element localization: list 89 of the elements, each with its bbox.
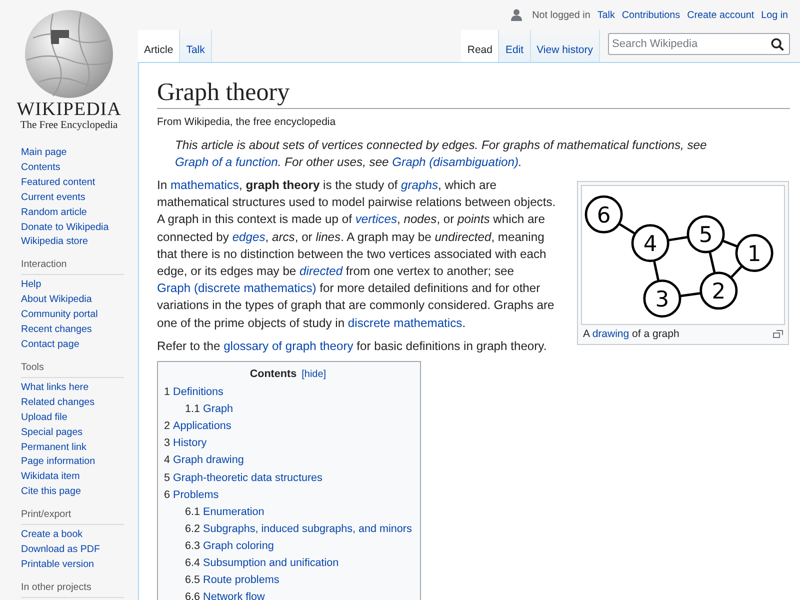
enlarge-icon[interactable] — [773, 330, 783, 338]
graph-edge — [668, 236, 688, 242]
sidebar-link[interactable]: Upload file — [21, 410, 138, 426]
view-tab[interactable]: Edit — [499, 30, 531, 62]
sidebar-link[interactable]: Cite this page — [21, 485, 138, 500]
sidebar-link[interactable]: Wikidata item — [21, 470, 138, 486]
link[interactable]: Graph (discrete mathematics) — [157, 281, 316, 296]
glossary-paragraph: Refer to the glossary of graph theory for basic definitions in graph theory. — [157, 338, 547, 355]
graph-edge — [730, 266, 742, 278]
link[interactable]: mathematics — [170, 178, 240, 192]
link[interactable]: glossary of graph theory — [224, 338, 354, 353]
graph-node: 3 — [643, 280, 682, 318]
hatnote: This article is about sets of vertices connected by edges. For graphs of mathematical functions, see Graph of a function. For other uses, see Graph (disambiguation). — [175, 137, 708, 171]
contents-item[interactable]: 3 History — [164, 435, 412, 452]
sidebar-link[interactable]: Current events — [21, 190, 138, 206]
contents-item[interactable]: 6.4 Subsumption and unification — [164, 554, 412, 572]
sidebar-link[interactable]: Featured content — [21, 176, 138, 191]
personal-link[interactable]: Create account — [687, 10, 754, 20]
personal-link[interactable]: Log in — [761, 10, 788, 20]
sidebar-link[interactable]: Help — [21, 278, 138, 294]
contents-title: Contents — [250, 368, 297, 380]
search-field[interactable]: Search Wikipedia — [608, 33, 790, 55]
graph-node: 4 — [631, 224, 670, 262]
sidebar-link[interactable]: Contact page — [21, 338, 138, 353]
link[interactable]: vertices — [355, 212, 397, 226]
personal-link[interactable]: Talk — [597, 10, 615, 20]
graph-edge — [680, 292, 700, 298]
page-title: Graph theory — [157, 77, 790, 109]
contents-item[interactable]: 6.3 Graph coloring — [164, 538, 412, 555]
sidebar-link[interactable]: Donate to Wikipedia — [21, 220, 138, 236]
view-tab[interactable]: View history — [530, 30, 600, 62]
wordmark: WIKIPEDIA — [16, 100, 122, 120]
search-icon[interactable] — [771, 38, 784, 51]
contents-item[interactable]: 1 Definitions — [164, 384, 412, 402]
contents-item[interactable]: 6.1 Enumeration — [164, 504, 412, 521]
contents-item[interactable]: 1.1 Graph — [164, 401, 412, 418]
login-status: Not logged in — [532, 10, 590, 20]
link[interactable]: directed — [300, 264, 343, 278]
link[interactable]: drawing — [592, 328, 630, 340]
graph-node: 5 — [686, 215, 725, 254]
sidebar-link[interactable]: Contents — [21, 160, 138, 176]
intro-paragraph: In mathematics, graph theory is the study of graphs, which are mathematical structures used to model pairwise relations between objects. A graph in this context is made up of vertices, nodes, or points which are connected by edges, arcs, or lines. A graph may be undirected, meaning that there is no distinction between the two vertices associated with each edge, or its edges may be directed from one vertex to another; see Graph (discrete mathematics) for more detailed definitions and for other variations in the types of graph that are commonly considered. Graphs are one of the prime objects of study in discrete mathematics. — [157, 177, 557, 332]
sidebar-link[interactable]: Permanent link — [21, 440, 138, 456]
logo-tagline: The Free Encyclopedia — [20, 120, 118, 132]
sidebar-heading: In other projects — [21, 580, 124, 598]
graph-node: 6 — [584, 195, 623, 234]
page-tab[interactable]: Article — [138, 30, 180, 62]
link[interactable]: graphs — [401, 178, 438, 192]
graph-edge — [653, 261, 660, 280]
contents-item[interactable]: 5 Graph-theoretic data structures — [164, 470, 412, 487]
graph-edge — [722, 240, 738, 248]
globe-logo-icon[interactable] — [23, 8, 115, 100]
sidebar-heading: Tools — [21, 360, 124, 378]
sidebar-link[interactable]: Download as PDF — [21, 543, 138, 558]
personal-link[interactable]: Contributions — [622, 10, 680, 20]
sidebar-link[interactable]: Recent changes — [21, 323, 138, 338]
sidebar-link[interactable]: Related changes — [21, 396, 138, 411]
sidebar-link[interactable]: Community portal — [21, 308, 138, 324]
graph-edge — [619, 223, 635, 234]
view-tab[interactable]: Read — [461, 30, 500, 62]
contents-item[interactable]: 6.5 Route problems — [164, 572, 412, 590]
hide-toggle[interactable]: [hide] — [302, 369, 326, 380]
sidebar-link[interactable]: What links here — [21, 380, 138, 396]
contents-item[interactable]: 2 Applications — [164, 418, 412, 436]
figure-caption: A drawing of a graph — [583, 328, 680, 340]
sidebar-heading: Interaction — [21, 258, 124, 276]
link[interactable]: Graph (disambiguation) — [392, 155, 519, 169]
link[interactable]: Graph of a function — [175, 155, 278, 169]
sidebar-link[interactable]: Main page — [21, 146, 138, 161]
sidebar-link[interactable]: Create a book — [21, 528, 138, 544]
link[interactable]: discrete mathematics — [348, 316, 462, 330]
contents-item[interactable]: 6.2 Subgraphs, induced subgraphs, and minors — [164, 520, 412, 538]
sidebar-link[interactable]: Random article — [21, 206, 138, 221]
graph-node: 1 — [735, 234, 774, 272]
link[interactable]: edges — [232, 230, 266, 244]
sidebar-heading: Print/export — [21, 508, 124, 526]
graph-node: 2 — [700, 272, 738, 310]
user-icon — [511, 9, 522, 21]
sidebar-link[interactable]: Special pages — [21, 426, 138, 440]
contents-item[interactable]: 6 Problems — [164, 486, 412, 504]
site-tagline: From Wikipedia, the free encyclopedia — [157, 116, 337, 128]
page-tab[interactable]: Talk — [180, 30, 212, 62]
graph-edge — [708, 252, 716, 273]
sidebar-link[interactable]: Printable version — [21, 558, 138, 573]
sidebar-link[interactable]: About Wikipedia — [21, 293, 138, 308]
contents-item[interactable]: 4 Graph drawing — [164, 452, 412, 470]
sidebar-link[interactable]: Page information — [21, 455, 138, 470]
contents-item[interactable]: 6.6 Network flow — [164, 589, 412, 600]
sidebar-link[interactable]: Wikipedia store — [21, 235, 138, 250]
